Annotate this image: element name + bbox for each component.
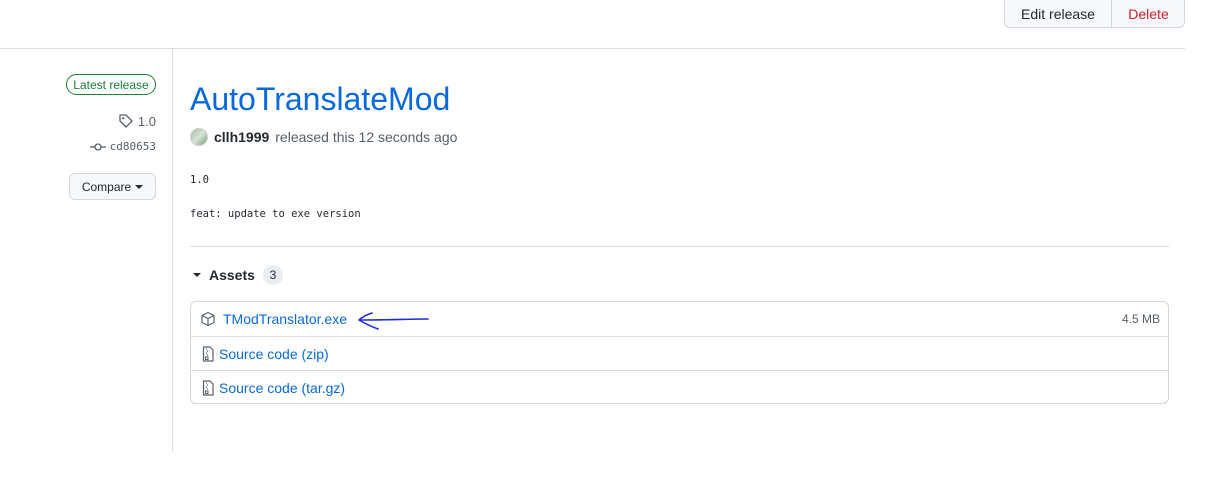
source-code-zip-link[interactable]: Source code (zip) (219, 346, 329, 362)
asset-row: Source code (zip) (191, 336, 1168, 370)
compare-label: Compare (81, 179, 132, 194)
latest-release-badge: Latest release (66, 74, 156, 95)
assets-list: TModTranslator.exe 4.5 MB Source code (z… (190, 301, 1169, 404)
release-time-text: released this 12 seconds ago (275, 129, 458, 145)
tag-link[interactable]: 1.0 (118, 113, 156, 129)
assets-toggle[interactable]: Assets 3 (193, 265, 283, 285)
release-body-line: 1.0 (190, 174, 209, 186)
asset-download-link[interactable]: TModTranslator.exe (223, 311, 347, 327)
release-meta: cllh1999 released this 12 seconds ago (190, 128, 457, 146)
header-divider (0, 48, 1185, 49)
release-body-line: feat: update to exe version (190, 208, 361, 220)
author-link[interactable]: cllh1999 (214, 129, 269, 145)
release-title[interactable]: AutoTranslateMod (190, 80, 450, 118)
annotation-arrow-icon (358, 312, 429, 330)
source-code-format: (tar.gz) (301, 379, 346, 396)
release-actions: Edit release Delete (1004, 0, 1185, 28)
source-code-format: (zip) (301, 345, 329, 362)
commit-sha: cd80653 (109, 140, 156, 153)
body-divider (190, 246, 1169, 247)
tag-name: 1.0 (137, 113, 156, 129)
file-zip-icon (202, 346, 214, 362)
compare-button[interactable]: Compare (69, 173, 156, 200)
source-code-label: Source code (219, 379, 298, 396)
asset-row: TModTranslator.exe 4.5 MB (191, 302, 1168, 336)
commit-icon (89, 142, 106, 151)
assets-count-badge: 3 (262, 265, 283, 285)
avatar[interactable] (190, 128, 208, 146)
asset-size: 4.5 MB (1121, 312, 1160, 326)
chevron-down-icon (135, 184, 144, 189)
commit-link[interactable]: cd80653 (89, 140, 156, 153)
assets-label: Assets (209, 267, 255, 283)
asset-row: Source code (tar.gz) (191, 370, 1168, 404)
source-code-label: Source code (219, 345, 298, 362)
source-code-targz-link[interactable]: Source code (tar.gz) (219, 380, 345, 396)
timeline-divider (172, 49, 173, 452)
edit-release-button[interactable]: Edit release (1005, 0, 1112, 27)
chevron-down-icon (193, 273, 201, 277)
file-zip-icon (202, 380, 214, 396)
tag-icon (119, 114, 133, 128)
delete-release-button[interactable]: Delete (1112, 0, 1185, 27)
package-icon (201, 311, 215, 327)
